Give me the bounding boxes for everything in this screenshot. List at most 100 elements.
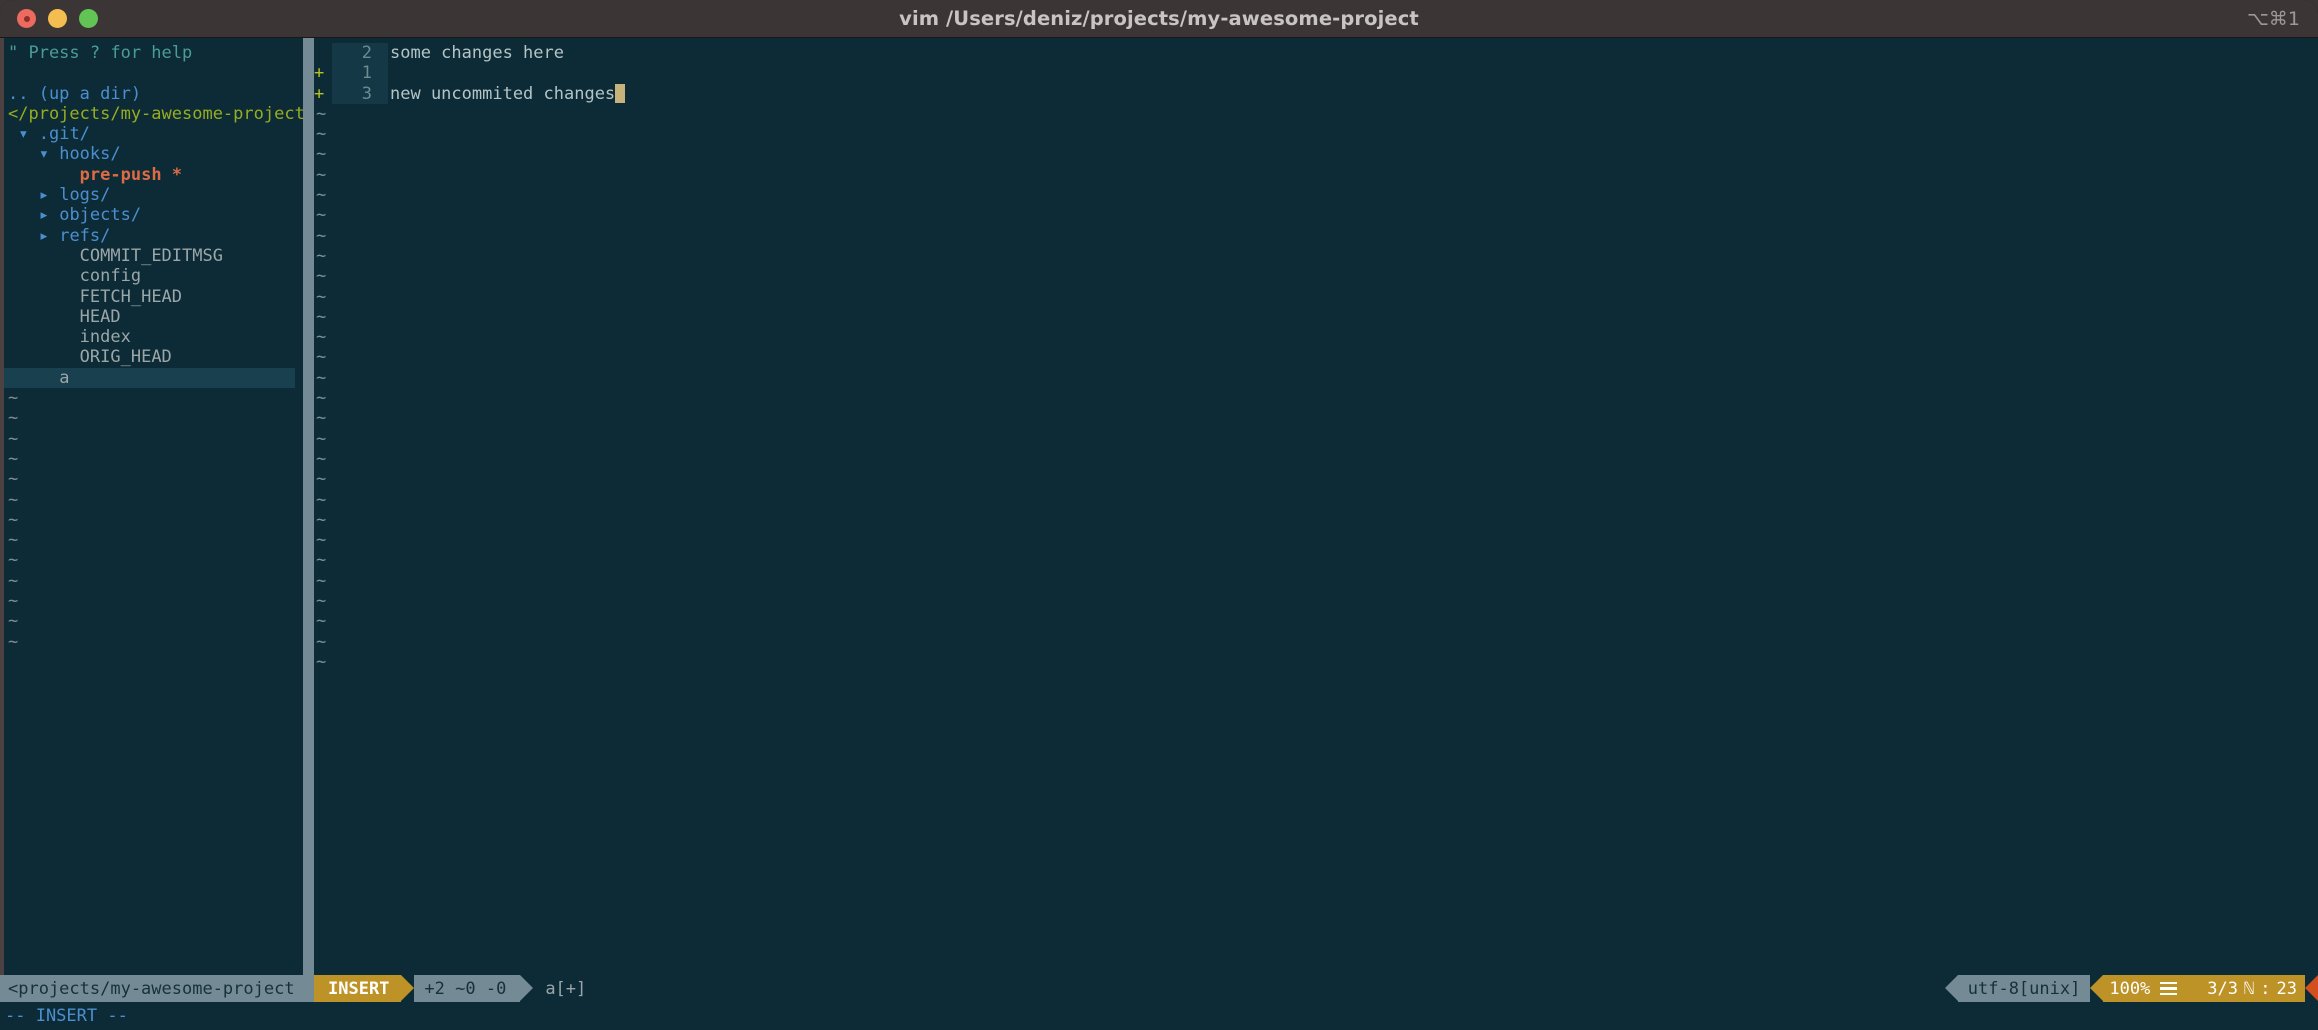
tree-indent [8, 347, 59, 367]
editor-empty-line: ~ [314, 165, 2318, 185]
tilde-marker: ~ [314, 368, 326, 388]
tree-item-label: index [80, 327, 131, 347]
minimize-button[interactable] [48, 9, 67, 28]
tree-indent [8, 287, 59, 307]
tree-item-logs[interactable]: ▸ logs/ [8, 185, 303, 205]
tree-no-arrow [59, 307, 79, 327]
tree-item-commit-editmsg[interactable]: COMMIT_EDITMSG [8, 246, 303, 266]
tree-no-arrow [59, 266, 79, 286]
tree-indent [8, 165, 59, 185]
vim-terminal-window: vim /Users/deniz/projects/my-awesome-pro… [0, 0, 2318, 1030]
tree-cwd-line: </projects/my-awesome-project/ [8, 104, 303, 124]
editor-line-text: new uncommited changes [388, 84, 615, 104]
status-mode-arrow-icon [401, 975, 414, 1001]
editor-pane[interactable]: 2some changes here+1+3new uncommited cha… [314, 38, 2318, 975]
editor-empty-line: ~ [314, 185, 2318, 205]
tilde-marker: ~ [314, 632, 326, 652]
tree-indent [8, 246, 59, 266]
tree-item-pre-push[interactable]: pre-push * [8, 165, 303, 185]
tree-no-arrow [59, 347, 79, 367]
tree-no-arrow [59, 327, 79, 347]
editor-empty-line: ~ [314, 611, 2318, 631]
editor-empty-area: ~~~~~~~~~~~~~~~~~~~~~~~~~~~~ [314, 104, 2318, 672]
editor-line-list: 2some changes here+1+3new uncommited cha… [314, 43, 2318, 104]
tree-no-arrow [59, 165, 79, 185]
editor-panes: " Press ? for help .. (up a dir) </proje… [0, 38, 2318, 975]
editor-line[interactable]: +3new uncommited changes [314, 84, 2318, 104]
line-number-gap [372, 63, 388, 83]
status-column: 23 [2277, 979, 2297, 999]
tree-empty-line: ~ [8, 632, 303, 652]
tilde-marker: ~ [314, 226, 326, 246]
chevron-down-icon[interactable]: ▾ [39, 144, 59, 164]
command-line[interactable]: -- INSERT -- [0, 1002, 2318, 1030]
status-encoding-arrow-icon [1945, 975, 1958, 1001]
tree-empty-line: ~ [8, 408, 303, 428]
line-number-gap [372, 43, 388, 63]
editor-empty-line: ~ [314, 327, 2318, 347]
editor-empty-line: ~ [314, 144, 2318, 164]
chevron-right-icon[interactable]: ▸ [39, 226, 59, 246]
status-filler [596, 975, 1944, 1002]
chevron-right-icon[interactable]: ▸ [39, 185, 59, 205]
tree-item-git[interactable]: ▾ .git/ [8, 124, 303, 144]
tree-item-config[interactable]: config [8, 266, 303, 286]
tree-empty-line: ~ [8, 388, 303, 408]
tree-item-list: ▾ .git/ ▾ hooks/ pre-push * ▸ logs/ ▸ ob… [8, 124, 303, 388]
tilde-marker: ~ [314, 307, 326, 327]
tree-item-head[interactable]: HEAD [8, 307, 303, 327]
tree-indent [8, 144, 39, 164]
status-file-name: a[+] [533, 975, 596, 1002]
editor-line[interactable]: +1 [314, 63, 2318, 83]
tree-item-orig-head[interactable]: ORIG_HEAD [8, 347, 303, 367]
tree-item-index[interactable]: index [8, 327, 303, 347]
tree-indent [8, 226, 39, 246]
editor-empty-line: ~ [314, 408, 2318, 428]
tilde-marker: ~ [314, 469, 326, 489]
tilde-marker: ~ [314, 530, 326, 550]
editor-empty-line: ~ [314, 490, 2318, 510]
tree-item-up-dir[interactable]: .. (up a dir) [8, 84, 303, 104]
tree-item-a[interactable]: a [0, 368, 295, 388]
window-title: vim /Users/deniz/projects/my-awesome-pro… [0, 7, 2318, 30]
status-line: <projects/my-awesome-project INSERT +2 ~… [0, 975, 2318, 1002]
zoom-button[interactable] [79, 9, 98, 28]
tree-empty-line: ~ [8, 611, 303, 631]
line-number-gap [372, 84, 388, 104]
close-icon [24, 16, 30, 22]
tree-item-label: a [59, 368, 69, 388]
tree-indent [8, 205, 39, 225]
status-git-diff: +2 ~0 -0 [414, 975, 520, 1002]
gutter-sign [314, 43, 332, 63]
tilde-marker: ~ [314, 429, 326, 449]
tree-blank-line [8, 63, 303, 83]
tree-item-fetch-head[interactable]: FETCH_HEAD [8, 287, 303, 307]
status-position-group: 3/3 ℕ : 23 [2187, 975, 2305, 1002]
editor-empty-line: ~ [314, 469, 2318, 489]
tree-item-label: hooks/ [59, 144, 120, 164]
tilde-marker: ~ [314, 205, 326, 225]
vertical-split-bar[interactable] [303, 38, 314, 975]
file-tree-pane[interactable]: " Press ? for help .. (up a dir) </proje… [0, 38, 303, 975]
editor-line[interactable]: 2some changes here [314, 43, 2318, 63]
status-encoding: utf-8[unix] [1958, 975, 2091, 1002]
editor-empty-line: ~ [314, 226, 2318, 246]
editor-empty-line: ~ [314, 388, 2318, 408]
tree-item-hooks[interactable]: ▾ hooks/ [8, 144, 303, 164]
status-git-arrow-icon [520, 975, 533, 1001]
tree-item-refs[interactable]: ▸ refs/ [8, 226, 303, 246]
tree-indent [8, 124, 18, 144]
editor-line-text [388, 63, 390, 83]
tree-item-label: objects/ [59, 205, 141, 225]
tilde-marker: ~ [314, 490, 326, 510]
tree-help-line: " Press ? for help [8, 43, 303, 63]
close-button[interactable] [17, 9, 36, 28]
editor-empty-line: ~ [314, 347, 2318, 367]
tree-empty-line: ~ [8, 429, 303, 449]
tilde-marker: ~ [314, 408, 326, 428]
chevron-down-icon[interactable]: ▾ [18, 124, 38, 144]
chevron-right-icon[interactable]: ▸ [39, 205, 59, 225]
editor-empty-line: ~ [314, 550, 2318, 570]
editor-empty-line: ~ [314, 246, 2318, 266]
tree-item-objects[interactable]: ▸ objects/ [8, 205, 303, 225]
